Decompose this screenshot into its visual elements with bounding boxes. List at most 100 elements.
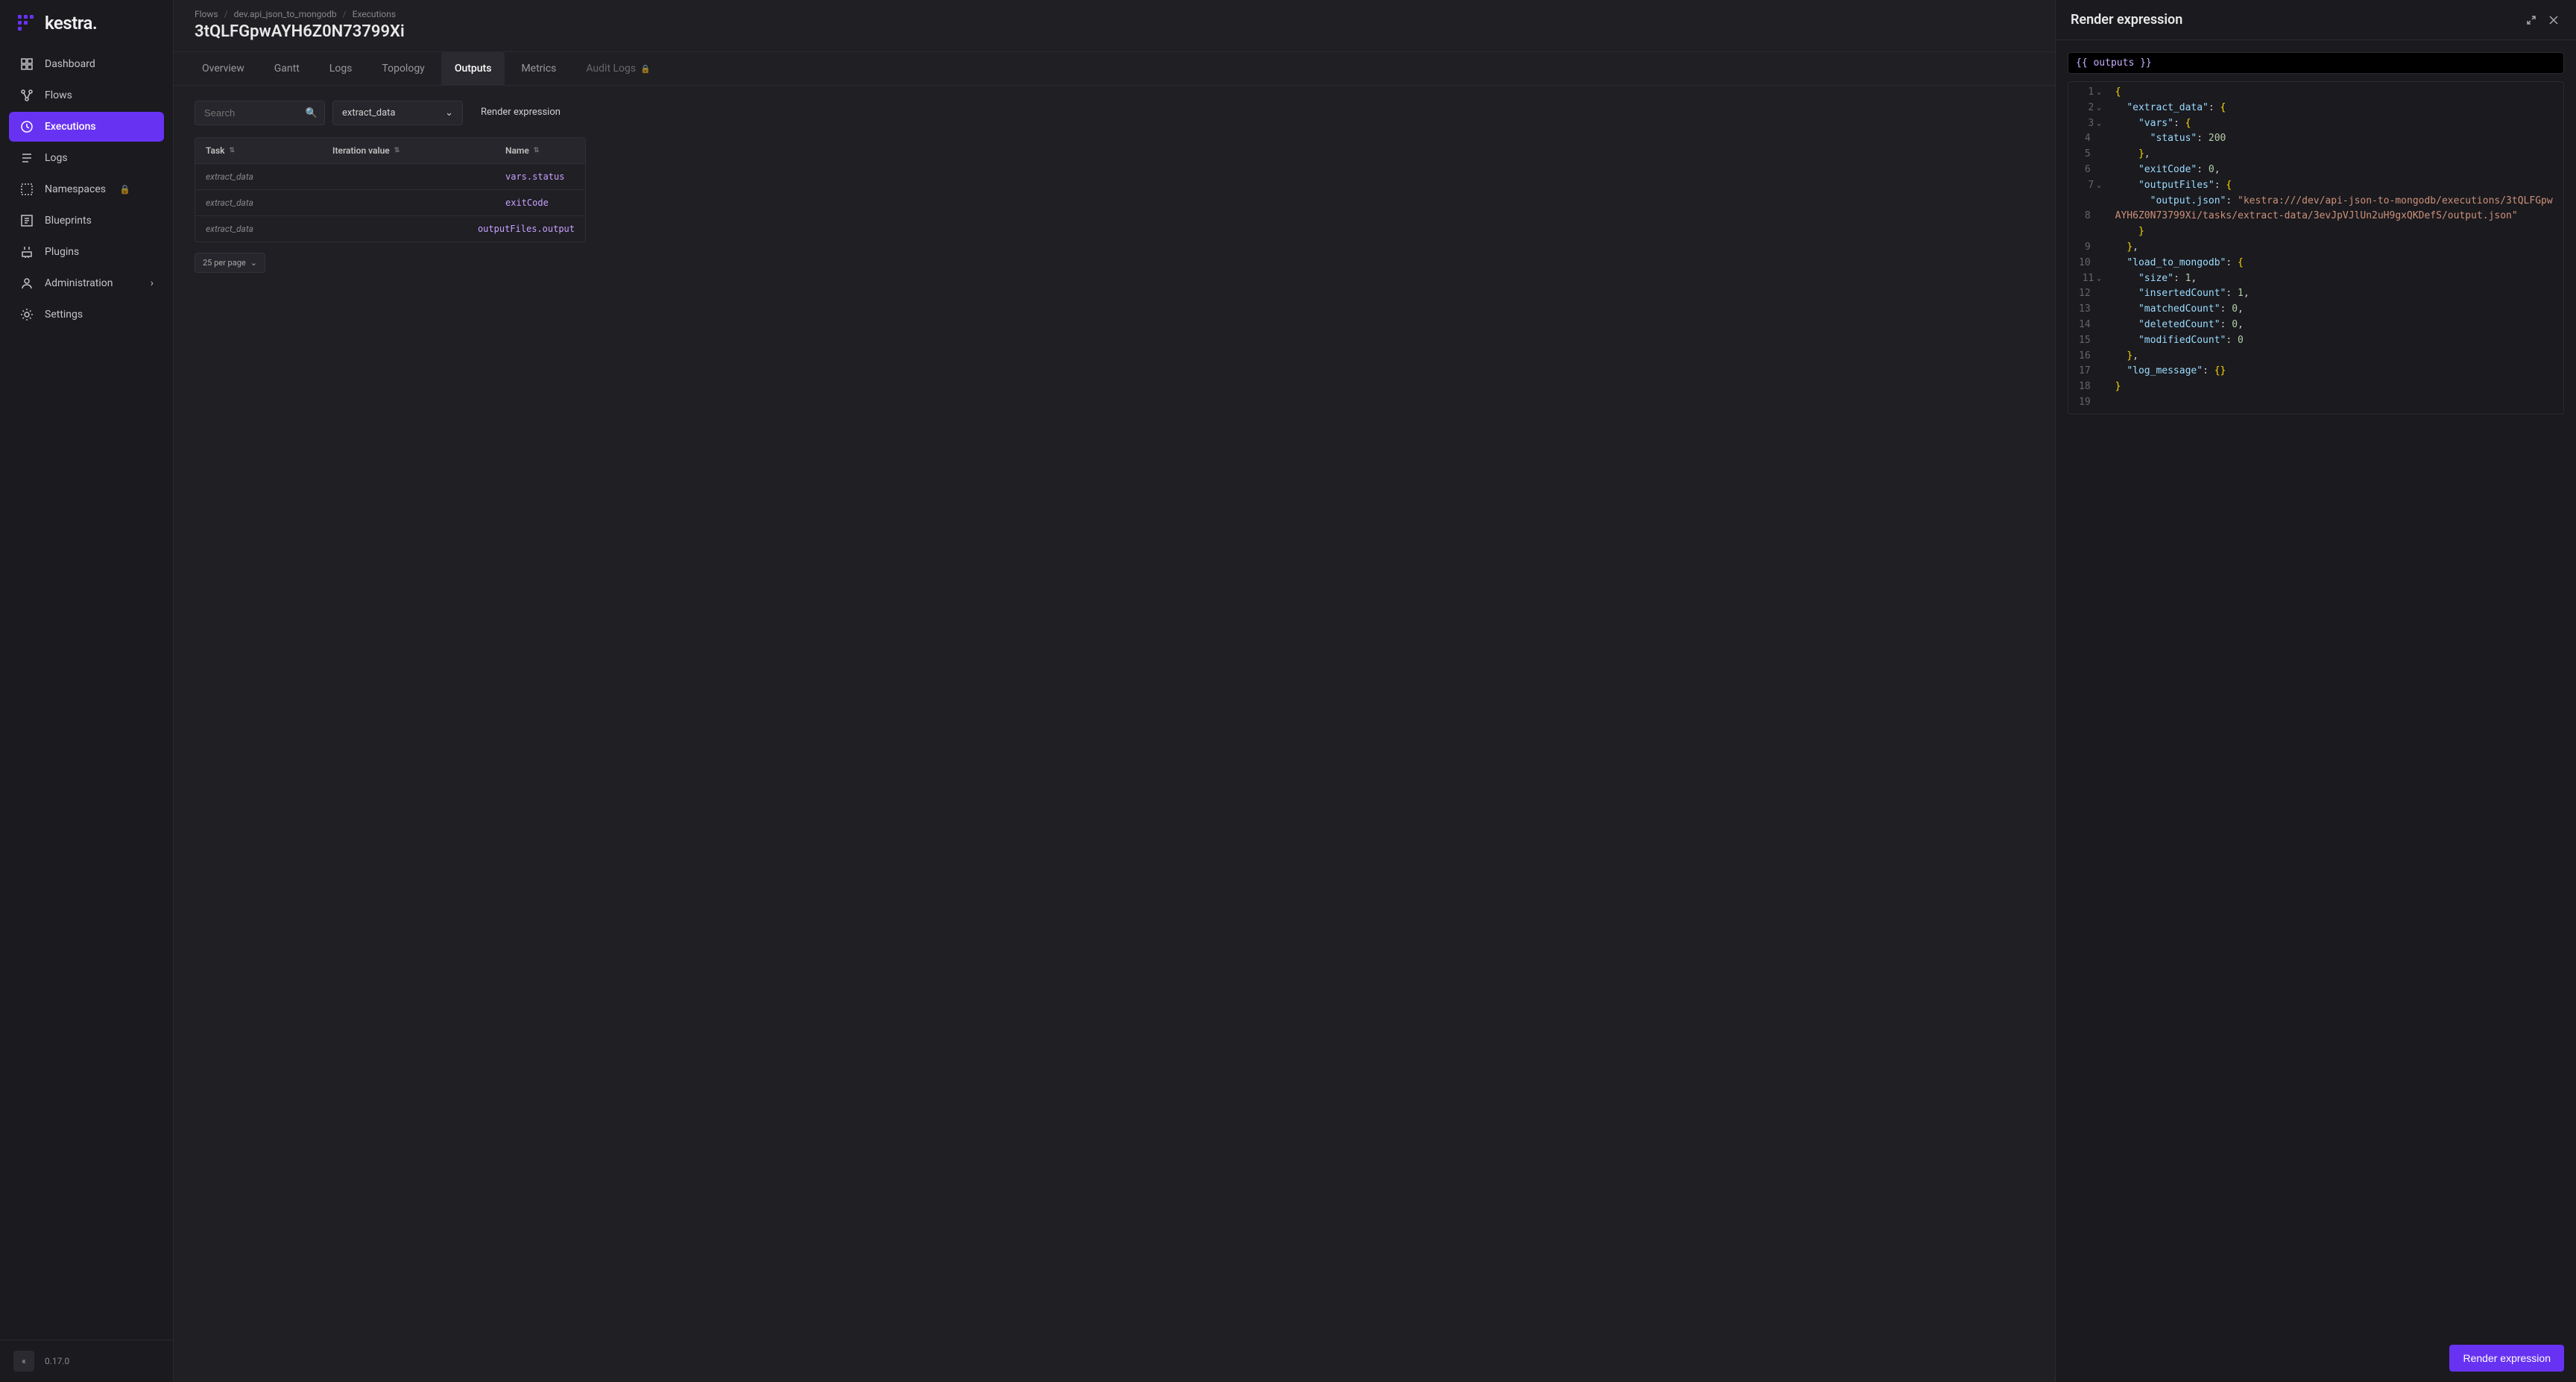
sidebar-nav: Dashboard Flows Executions Logs Namespaces 🔒 B… bbox=[0, 49, 173, 1340]
sidebar-item-label: Administration bbox=[45, 277, 113, 289]
gutter-line: 16 bbox=[2079, 349, 2101, 365]
dropdown-value: extract_data bbox=[342, 107, 395, 119]
code-line: "deletedCount": 0, bbox=[2115, 318, 2556, 333]
cell-task: extract_data bbox=[195, 216, 311, 242]
fold-icon[interactable]: ⌄ bbox=[2097, 274, 2100, 284]
gutter-line: 18 bbox=[2079, 379, 2101, 395]
tab-logs[interactable]: Logs bbox=[316, 52, 366, 85]
sidebar-item-executions[interactable]: Executions bbox=[9, 112, 164, 142]
namespaces-icon bbox=[19, 182, 34, 197]
breadcrumb-link[interactable]: dev.api_json_to_mongodb bbox=[234, 9, 337, 19]
cell-iteration bbox=[322, 190, 495, 215]
sidebar-item-administration[interactable]: Administration› bbox=[9, 268, 164, 298]
sidebar-item-flows[interactable]: Flows bbox=[9, 81, 164, 110]
sidebar-item-namespaces[interactable]: Namespaces 🔒 bbox=[9, 174, 164, 204]
cell-task: extract_data bbox=[195, 190, 322, 215]
column-iteration[interactable]: Iteration value⇅ bbox=[322, 138, 495, 163]
fold-icon[interactable]: ⌄ bbox=[2097, 119, 2100, 129]
sidebar-item-label: Blueprints bbox=[45, 215, 92, 227]
expand-button[interactable] bbox=[2524, 13, 2539, 28]
code-line: "matchedCount": 0, bbox=[2115, 302, 2556, 318]
gutter-line: 8 bbox=[2079, 194, 2101, 240]
render-expression-link[interactable]: Render expression bbox=[470, 101, 571, 125]
blueprints-icon bbox=[19, 213, 34, 228]
close-panel-button[interactable] bbox=[2546, 13, 2561, 28]
sidebar-item-logs[interactable]: Logs bbox=[9, 143, 164, 173]
code-line: "output.json": "kestra:///dev/api-json-t… bbox=[2115, 194, 2556, 225]
page-size-selector[interactable]: 25 per page ⌄ bbox=[195, 253, 265, 273]
settings-icon bbox=[19, 307, 34, 322]
administration-icon bbox=[19, 276, 34, 291]
panel-header: Render expression bbox=[2056, 0, 2576, 40]
breadcrumb-link[interactable]: Flows bbox=[195, 9, 218, 19]
sort-icon: ⇅ bbox=[230, 147, 236, 154]
executions-icon bbox=[19, 119, 34, 134]
collapse-sidebar-button[interactable]: « bbox=[13, 1351, 34, 1372]
gutter-line: 4 bbox=[2079, 131, 2101, 147]
code-line: }, bbox=[2115, 349, 2556, 365]
gutter-line: 7⌄ bbox=[2079, 178, 2101, 194]
version-label: 0.17.0 bbox=[45, 1356, 69, 1366]
code-line: "insertedCount": 1, bbox=[2115, 286, 2556, 302]
sort-icon: ⇅ bbox=[394, 147, 400, 154]
table-row[interactable]: extract_data exitCode bbox=[195, 190, 585, 216]
fold-icon[interactable]: ⌄ bbox=[2097, 103, 2100, 113]
sidebar-item-label: Namespaces bbox=[45, 183, 106, 195]
table-row[interactable]: extract_data vars.status bbox=[195, 164, 585, 190]
tab-gantt[interactable]: Gantt bbox=[261, 52, 313, 85]
search-box: 🔍 bbox=[195, 101, 325, 125]
gutter-line: 9 bbox=[2079, 240, 2101, 256]
code-line: "exitCode": 0, bbox=[2115, 163, 2556, 178]
tab-audit-logs[interactable]: Audit Logs🔒 bbox=[572, 52, 663, 85]
cell-iteration bbox=[311, 216, 467, 242]
chevron-down-icon: ⌄ bbox=[250, 258, 257, 268]
gutter-line: 19 bbox=[2079, 395, 2101, 411]
panel-title: Render expression bbox=[2071, 12, 2524, 28]
sidebar-item-blueprints[interactable]: Blueprints bbox=[9, 206, 164, 236]
dashboard-icon bbox=[19, 57, 34, 72]
sidebar-item-label: Flows bbox=[45, 89, 72, 101]
tab-metrics[interactable]: Metrics bbox=[508, 52, 569, 85]
expand-icon bbox=[2525, 14, 2537, 26]
column-name[interactable]: Name⇅ bbox=[495, 138, 585, 163]
logo[interactable]: kestra. bbox=[0, 0, 173, 49]
gutter-line: 11⌄ bbox=[2079, 271, 2101, 287]
tab-topology[interactable]: Topology bbox=[368, 52, 438, 85]
fold-icon[interactable]: ⌄ bbox=[2097, 87, 2100, 98]
code-line: "extract_data": { bbox=[2115, 101, 2556, 116]
search-icon: 🔍 bbox=[306, 107, 318, 119]
logs-icon bbox=[19, 151, 34, 165]
render-expression-panel: Render expression 1⌄2⌄3⌄4567⌄891011⌄1213… bbox=[2055, 0, 2576, 1382]
code-line: "size": 1, bbox=[2115, 271, 2556, 287]
render-expression-button[interactable]: Render expression bbox=[2449, 1345, 2564, 1372]
cell-task: extract_data bbox=[195, 164, 322, 189]
task-filter-dropdown[interactable]: extract_data ⌄ bbox=[332, 101, 463, 125]
fold-icon[interactable]: ⌄ bbox=[2097, 180, 2100, 191]
code-line: "status": 200 bbox=[2115, 131, 2556, 147]
cell-name: outputFiles.output bbox=[467, 216, 585, 242]
sidebar-item-label: Plugins bbox=[45, 246, 79, 258]
breadcrumb-link[interactable]: Executions bbox=[353, 9, 396, 19]
sidebar-item-settings[interactable]: Settings bbox=[9, 300, 164, 329]
column-task[interactable]: Task⇅ bbox=[195, 138, 322, 163]
sidebar-item-label: Logs bbox=[45, 152, 68, 164]
cell-name: vars.status bbox=[495, 164, 585, 189]
code-output[interactable]: 1⌄2⌄3⌄4567⌄891011⌄1213141516171819 { "ex… bbox=[2068, 81, 2564, 414]
close-icon bbox=[2548, 14, 2560, 26]
sidebar-item-plugins[interactable]: Plugins bbox=[9, 237, 164, 267]
sidebar-item-dashboard[interactable]: Dashboard bbox=[9, 49, 164, 79]
expression-input[interactable] bbox=[2068, 52, 2564, 74]
gutter-line: 17 bbox=[2079, 364, 2101, 379]
tab-outputs[interactable]: Outputs bbox=[441, 52, 505, 85]
lock-icon: 🔒 bbox=[119, 184, 130, 195]
gutter-line: 14 bbox=[2079, 318, 2101, 333]
sidebar: kestra. Dashboard Flows Executions Logs Name… bbox=[0, 0, 174, 1382]
plugins-icon bbox=[19, 244, 34, 259]
table-row[interactable]: extract_data outputFiles.output bbox=[195, 216, 585, 242]
sidebar-item-label: Settings bbox=[45, 309, 83, 321]
sort-icon: ⇅ bbox=[534, 147, 540, 154]
code-line: "modifiedCount": 0 bbox=[2115, 333, 2556, 349]
cell-name: exitCode bbox=[495, 190, 585, 215]
tab-overview[interactable]: Overview bbox=[189, 52, 258, 85]
gutter-line: 2⌄ bbox=[2079, 101, 2101, 116]
